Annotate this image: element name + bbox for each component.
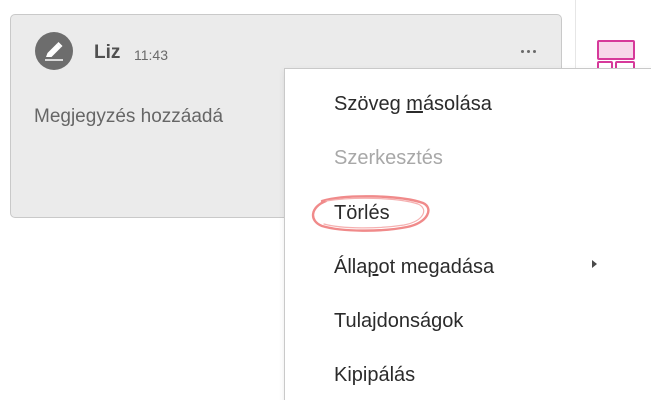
avatar — [35, 32, 73, 70]
menu-item-set-status-label: Álla — [334, 256, 368, 278]
comment-pane: Liz 11:43 Megjegyzés hozzáadá Szöveg más… — [0, 0, 651, 400]
menu-item-copy-text-mnemonic: m — [406, 93, 423, 115]
menu-item-set-status[interactable]: Állapot megadása — [334, 256, 494, 279]
menu-item-properties[interactable]: Tulajdonságok — [334, 310, 463, 333]
menu-item-set-status-mnemonic: p — [367, 256, 379, 278]
menu-item-check-off[interactable]: Kipipálás — [334, 364, 415, 387]
submenu-arrow-icon — [592, 260, 597, 268]
pen-icon — [45, 42, 63, 61]
context-menu: Szöveg másolása Szerkesztés Törlés Állap… — [284, 68, 651, 400]
comment-author: Liz — [94, 42, 121, 63]
highlight-circle-annotation — [311, 195, 430, 232]
menu-item-copy-text-label-end: ásolása — [422, 93, 492, 115]
menu-item-copy-text[interactable]: Szöveg másolása — [334, 93, 492, 116]
comment-time: 11:43 — [134, 47, 168, 63]
comment-text[interactable]: Megjegyzés hozzáadá — [34, 106, 223, 128]
menu-item-set-status-label-end: ot megadása — [378, 256, 495, 278]
menu-item-copy-text-label: Szöveg — [334, 93, 407, 115]
more-horizontal-icon[interactable] — [515, 41, 541, 61]
menu-item-edit: Szerkesztés — [334, 147, 443, 169]
